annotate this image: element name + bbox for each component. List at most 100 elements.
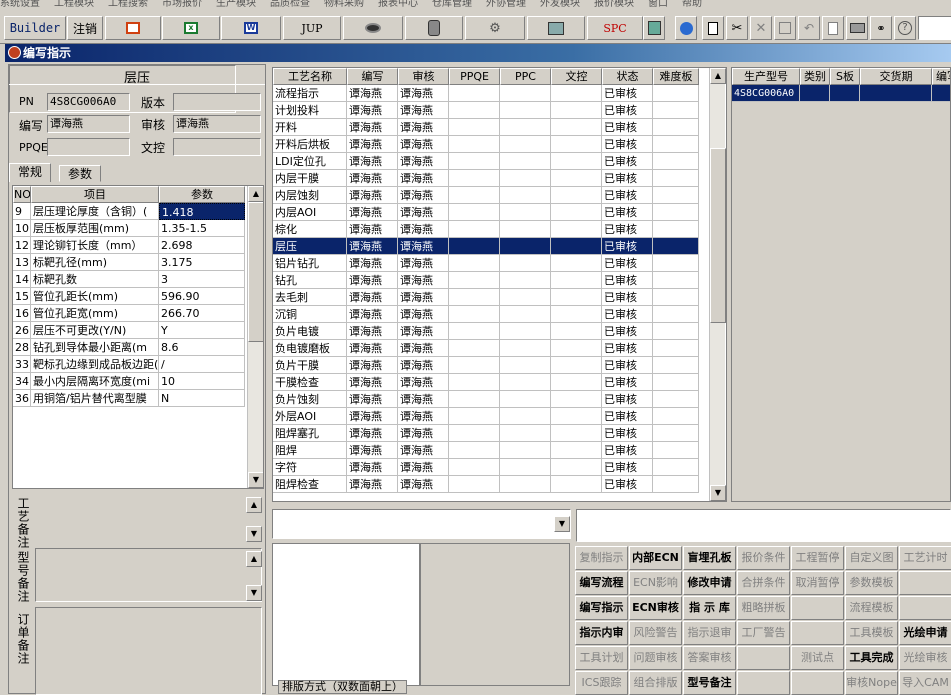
process-name-cell[interactable]: 内层AOI [273,204,347,221]
process-cell[interactable] [653,391,699,408]
process-cell[interactable]: 谭海燕 [398,187,449,204]
action-button[interactable]: ECN审核 [629,596,682,620]
process-cell[interactable] [500,425,551,442]
process-cell[interactable] [449,408,500,425]
process-cell[interactable] [449,119,500,136]
calculator-button[interactable] [643,16,665,40]
reviewer-field[interactable]: 谭海燕 [173,115,261,133]
process-cell[interactable]: 已审核 [602,85,653,102]
process-cell[interactable] [449,374,500,391]
action-button[interactable]: 审核Nope [845,671,898,695]
param-cell-value[interactable]: 596.90 [159,288,245,305]
process-name-cell[interactable]: LDI定位孔 [273,153,347,170]
process-name-cell[interactable]: 内层蚀刻 [273,187,347,204]
process-cell[interactable]: 谭海燕 [398,272,449,289]
process-cell[interactable]: 谭海燕 [398,85,449,102]
process-cell[interactable] [653,408,699,425]
process-header-cell[interactable]: PPC [500,68,551,85]
action-button[interactable]: 工具模板 [845,621,898,645]
process-cell[interactable] [653,136,699,153]
process-cell[interactable]: 谭海燕 [398,204,449,221]
process-cell[interactable] [551,323,602,340]
action-button[interactable]: 工具计划 [575,646,628,670]
process-note-scroll-up-icon[interactable]: ▲ [246,497,262,513]
action-button[interactable]: 流程模板 [845,596,898,620]
param-cell-no[interactable]: 28 [13,339,31,356]
process-name-cell[interactable]: 计划投料 [273,102,347,119]
process-cell[interactable]: 谭海燕 [398,459,449,476]
process-cell[interactable]: 已审核 [602,391,653,408]
process-cell[interactable]: 已审核 [602,119,653,136]
menu-item[interactable]: 市场报价 [162,0,202,9]
process-cell[interactable]: 谭海燕 [347,323,398,340]
powerpoint-button[interactable] [105,16,161,40]
process-cell[interactable] [551,306,602,323]
process-cell[interactable]: 已审核 [602,136,653,153]
process-cell[interactable] [449,357,500,374]
param-cell-item[interactable]: 钻孔到导体最小距离(m [31,339,159,356]
param-cell-value[interactable]: 3 [159,271,245,288]
process-cell[interactable]: 已审核 [602,323,653,340]
help-button[interactable]: ? [894,16,916,40]
process-cell[interactable]: 谭海燕 [347,272,398,289]
process-cell[interactable] [500,85,551,102]
process-cell[interactable]: 谭海燕 [347,357,398,374]
param-cell-no[interactable]: 33 [13,356,31,373]
process-name-cell[interactable]: 阻焊 [273,442,347,459]
param-cell-no[interactable]: 34 [13,373,31,390]
process-cell[interactable]: 谭海燕 [347,238,398,255]
process-cell[interactable]: 谭海燕 [398,476,449,493]
action-button[interactable] [791,596,844,620]
process-cell[interactable] [653,255,699,272]
process-cell[interactable] [653,221,699,238]
process-cell[interactable] [653,153,699,170]
action-button[interactable]: 修改申请 [683,571,736,595]
param-cell-value[interactable]: 266.70 [159,305,245,322]
action-button[interactable]: 报价条件 [737,546,790,570]
process-cell[interactable] [500,340,551,357]
menu-item[interactable]: 工程模块 [54,0,94,9]
process-cell[interactable] [551,340,602,357]
process-note-scroll-down-icon[interactable]: ▼ [246,526,262,542]
menu-item[interactable]: 系统设置 [0,0,40,9]
process-cell[interactable] [500,323,551,340]
action-button[interactable]: 自定义图 [845,546,898,570]
logout-button[interactable]: 注销 [67,16,103,40]
process-cell[interactable] [500,255,551,272]
database-button[interactable] [405,16,463,40]
version-field[interactable] [173,93,261,111]
process-cell[interactable] [653,272,699,289]
process-cell[interactable]: 谭海燕 [347,119,398,136]
process-name-cell[interactable]: 干膜检查 [273,374,347,391]
param-cell-item[interactable]: 管位孔距长(mm) [31,288,159,305]
process-cell[interactable]: 已审核 [602,272,653,289]
param-scrollbar[interactable]: ▲ ▼ [247,186,263,488]
scroll-up-icon[interactable]: ▲ [248,186,263,202]
action-button[interactable]: 工程暂停 [791,546,844,570]
model-header-cell[interactable]: 交货期 [860,68,932,85]
param-cell-no[interactable]: 10 [13,220,31,237]
process-cell[interactable] [500,238,551,255]
param-cell-no[interactable]: 26 [13,322,31,339]
process-cell[interactable]: 谭海燕 [347,408,398,425]
param-cell-item[interactable]: 用铜箔/铝片替代离型膜 [31,390,159,407]
process-cell[interactable]: 谭海燕 [347,255,398,272]
process-cell[interactable] [449,255,500,272]
process-header-cell[interactable]: 难度板 [653,68,699,85]
process-cell[interactable] [500,442,551,459]
menu-item[interactable]: 帮助 [682,0,702,9]
menu-item[interactable]: 品质检查 [270,0,310,9]
process-header-cell[interactable]: 状态 [602,68,653,85]
param-cell-item[interactable]: 标靶孔数 [31,271,159,288]
param-cell-item[interactable]: 管位孔距宽(mm) [31,305,159,322]
process-header-cell[interactable]: PPQE [449,68,500,85]
process-cell[interactable]: 谭海燕 [347,136,398,153]
action-button[interactable] [899,596,951,620]
action-button[interactable]: 风险警告 [629,621,682,645]
menu-item[interactable]: 窗口 [648,0,668,9]
process-cell[interactable]: 已审核 [602,374,653,391]
process-cell[interactable] [500,204,551,221]
action-button[interactable]: 编写指示 [575,596,628,620]
process-cell[interactable] [551,153,602,170]
find-button[interactable]: ⚭ [870,16,892,40]
